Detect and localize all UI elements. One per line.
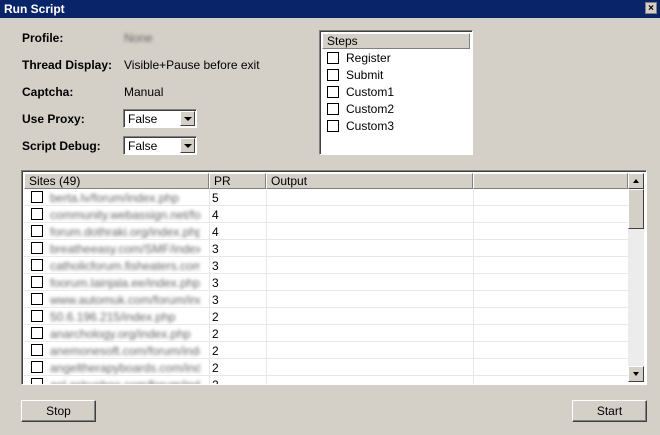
table-row[interactable]: anarchology.org/index.php 2 bbox=[24, 325, 627, 342]
site-url: berta.lv/forum/index.php bbox=[50, 191, 179, 205]
chevron-down-icon bbox=[184, 144, 192, 148]
site-checkbox[interactable] bbox=[31, 259, 43, 271]
site-pr: 3 bbox=[212, 276, 219, 290]
profile-value: None bbox=[124, 31, 153, 45]
column-header-output[interactable]: Output bbox=[266, 173, 473, 189]
start-button[interactable]: Start bbox=[572, 400, 647, 422]
column-header-pr-label: PR bbox=[214, 174, 231, 188]
script-debug-value: False bbox=[128, 139, 158, 153]
thread-display-label: Thread Display: bbox=[22, 58, 113, 72]
table-row[interactable]: angeltherapyboards.com/index 2 bbox=[24, 359, 627, 376]
site-url: anarchology.org/index.php bbox=[50, 327, 191, 341]
close-icon: × bbox=[648, 3, 654, 14]
column-header-pr[interactable]: PR bbox=[209, 173, 266, 189]
site-pr: 2 bbox=[212, 344, 219, 358]
site-checkbox[interactable] bbox=[31, 276, 43, 288]
arrow-down-icon bbox=[633, 372, 639, 376]
column-header-sites[interactable]: Sites (49) bbox=[24, 173, 209, 189]
site-pr: 3 bbox=[212, 259, 219, 273]
site-checkbox[interactable] bbox=[31, 208, 43, 220]
column-header-output-label: Output bbox=[271, 174, 308, 188]
site-pr: 4 bbox=[212, 208, 219, 222]
table-row[interactable]: foorum.lainjala.ee/index.php 3 bbox=[24, 274, 627, 291]
site-url: catholicforum.fisheaters.com/i bbox=[50, 259, 200, 273]
steps-header-label: Steps bbox=[327, 34, 358, 48]
column-header-extra[interactable] bbox=[473, 173, 628, 189]
table-row[interactable]: www.automuk.com/forum/index 3 bbox=[24, 291, 627, 308]
site-pr: 4 bbox=[212, 225, 219, 239]
chevron-down-icon bbox=[184, 117, 192, 121]
step-checkbox[interactable] bbox=[327, 69, 339, 81]
site-url: angeltherapyboards.com/index bbox=[50, 361, 200, 375]
site-checkbox[interactable] bbox=[31, 191, 43, 203]
site-pr: 5 bbox=[212, 191, 219, 205]
script-debug-label: Script Debug: bbox=[22, 139, 101, 153]
use-proxy-value: False bbox=[128, 112, 158, 126]
use-proxy-dropdown-button[interactable] bbox=[180, 111, 195, 126]
scroll-down-button[interactable] bbox=[628, 366, 644, 382]
table-row[interactable]: breatheeasy.com/SMF/index.php 3 bbox=[24, 240, 627, 257]
site-checkbox[interactable] bbox=[31, 378, 43, 384]
scroll-thumb[interactable] bbox=[628, 189, 644, 229]
step-checkbox[interactable] bbox=[327, 103, 339, 115]
table-row[interactable]: 50.6.196.215/index.php 2 bbox=[24, 308, 627, 325]
steps-header[interactable]: Steps bbox=[322, 33, 470, 49]
site-checkbox[interactable] bbox=[31, 327, 43, 339]
site-checkbox[interactable] bbox=[31, 242, 43, 254]
site-checkbox[interactable] bbox=[31, 344, 43, 356]
site-url: aol.askyahoo.com/forum/index bbox=[50, 378, 200, 385]
sites-table: Sites (49) PR Output berta.lv/forum/inde… bbox=[21, 170, 647, 385]
table-row[interactable]: community.webassign.net/forum 4 bbox=[24, 206, 627, 223]
table-row[interactable]: anemonesoft.com/forum/index 2 bbox=[24, 342, 627, 359]
step-checkbox[interactable] bbox=[327, 120, 339, 132]
steps-panel: Steps Register Submit Custom1 Custom2 Custom… bbox=[319, 30, 473, 155]
profile-label: Profile: bbox=[22, 31, 64, 45]
site-pr: 2 bbox=[212, 327, 219, 341]
site-checkbox[interactable] bbox=[31, 293, 43, 305]
script-debug-dropdown-button[interactable] bbox=[180, 138, 195, 153]
site-pr: 2 bbox=[212, 378, 219, 385]
table-row[interactable]: catholicforum.fisheaters.com/i 3 bbox=[24, 257, 627, 274]
close-button[interactable]: × bbox=[645, 2, 657, 14]
step-label: Custom3 bbox=[346, 119, 395, 133]
site-checkbox[interactable] bbox=[31, 225, 43, 237]
site-pr: 3 bbox=[212, 242, 219, 256]
site-url: anemonesoft.com/forum/index bbox=[50, 344, 200, 358]
use-proxy-label: Use Proxy: bbox=[22, 112, 85, 126]
step-label: Custom2 bbox=[346, 102, 395, 116]
site-url: www.automuk.com/forum/index bbox=[50, 293, 200, 307]
title-bar: Run Script × bbox=[0, 0, 660, 18]
step-checkbox[interactable] bbox=[327, 86, 339, 98]
captcha-value: Manual bbox=[124, 85, 164, 99]
captcha-label: Captcha: bbox=[22, 85, 74, 99]
table-row[interactable]: aol.askyahoo.com/forum/index 2 bbox=[24, 376, 627, 385]
site-pr: 2 bbox=[212, 310, 219, 324]
site-url: foorum.lainjala.ee/index.php bbox=[50, 276, 200, 290]
site-checkbox[interactable] bbox=[31, 361, 43, 373]
step-label: Register bbox=[346, 51, 391, 65]
site-pr: 2 bbox=[212, 361, 219, 375]
step-checkbox[interactable] bbox=[327, 52, 339, 64]
site-checkbox[interactable] bbox=[31, 310, 43, 322]
vertical-scrollbar[interactable] bbox=[628, 173, 644, 382]
step-label: Submit bbox=[346, 68, 384, 82]
site-pr: 3 bbox=[212, 293, 219, 307]
arrow-up-icon bbox=[633, 179, 639, 183]
window-title: Run Script bbox=[4, 2, 65, 16]
site-url: community.webassign.net/forum bbox=[50, 208, 200, 222]
scroll-up-button[interactable] bbox=[628, 173, 644, 189]
stop-button[interactable]: Stop bbox=[21, 400, 96, 422]
table-row[interactable]: berta.lv/forum/index.php 5 bbox=[24, 189, 627, 206]
column-header-sites-label: Sites (49) bbox=[29, 174, 81, 188]
site-url: breatheeasy.com/SMF/index.php bbox=[50, 242, 200, 256]
thread-display-value: Visible+Pause before exit bbox=[124, 58, 260, 72]
use-proxy-select[interactable]: False bbox=[123, 109, 197, 128]
step-label: Custom1 bbox=[346, 85, 395, 99]
site-url: forum.dothraki.org/index.php bbox=[50, 225, 200, 239]
site-url: 50.6.196.215/index.php bbox=[50, 310, 176, 324]
table-row[interactable]: forum.dothraki.org/index.php 4 bbox=[24, 223, 627, 240]
script-debug-select[interactable]: False bbox=[123, 136, 197, 155]
